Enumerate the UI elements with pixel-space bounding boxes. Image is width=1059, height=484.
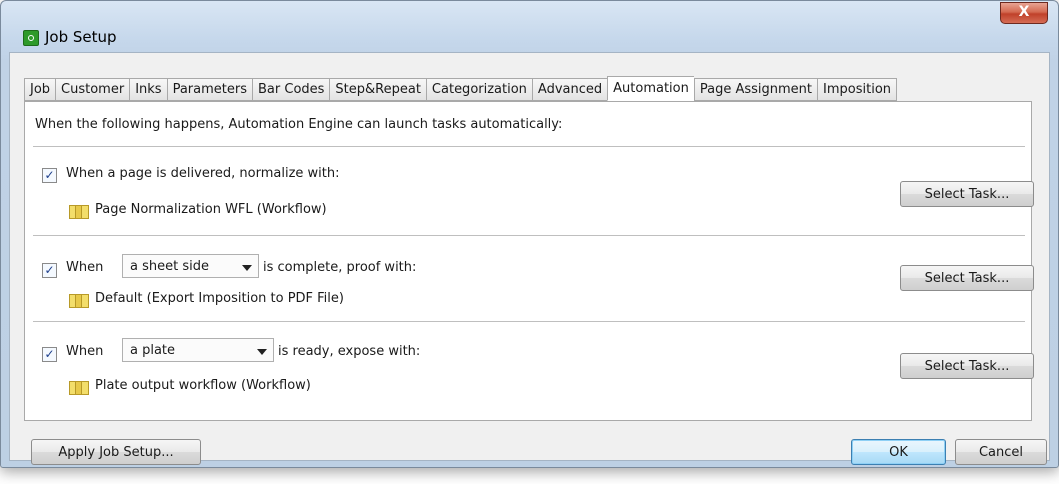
plate-dropdown-value: a plate [130,343,176,358]
tab-imposition[interactable]: Imposition [817,78,898,101]
page-delivered-label: When a page is delivered, normalize with… [66,166,340,181]
sheet-side-dropdown[interactable]: a sheet side [122,254,259,278]
tab-step-repeat[interactable]: Step&Repeat [329,78,426,101]
apply-job-setup-button[interactable]: Apply Job Setup... [31,439,201,465]
app-icon [23,30,39,46]
divider [33,146,1025,147]
plate-prefix: When [66,344,104,359]
plate-suffix: is ready, expose with: [278,344,421,359]
divider [33,321,1025,322]
plate-checkbox[interactable]: ✓ [42,347,57,362]
plate-dropdown[interactable]: a plate [122,338,274,362]
page-delivered-checkbox[interactable]: ✓ [42,168,57,183]
workflow-ticket-icon [69,294,89,308]
select-expose-task-button[interactable]: Select Task... [900,353,1034,379]
tab-categorization[interactable]: Categorization [425,78,532,101]
automation-panel: When the following happens, Automation E… [24,101,1034,421]
tab-job[interactable]: Job [24,78,56,101]
title-bar[interactable]: Job Setup X [1,1,1058,47]
select-proof-task-button[interactable]: Select Task... [900,265,1034,291]
workflow-ticket-icon [69,205,89,219]
expose-task-name: Plate output workflow (Workflow) [95,378,311,393]
tab-page-assignment[interactable]: Page Assignment [693,78,818,101]
tab-automation[interactable]: Automation [607,76,694,101]
proof-task-name: Default (Export Imposition to PDF File) [95,291,344,306]
divider [33,235,1025,236]
sheet-side-dropdown-value: a sheet side [130,259,209,274]
window-title: Job Setup [45,28,117,46]
chevron-down-icon [242,265,252,271]
intro-text: When the following happens, Automation E… [35,117,563,132]
close-button[interactable]: X [1000,2,1048,24]
tab-customer[interactable]: Customer [55,78,130,101]
select-normalize-task-button[interactable]: Select Task... [900,181,1034,207]
cancel-button[interactable]: Cancel [955,439,1047,465]
ok-button[interactable]: OK [851,439,946,465]
sheet-side-suffix: is complete, proof with: [263,260,417,275]
workflow-ticket-icon [69,381,89,395]
tab-parameters[interactable]: Parameters [166,78,252,101]
tab-bar: Job Customer Inks Parameters Bar Codes S… [24,76,898,101]
sheet-side-prefix: When [66,260,104,275]
tab-advanced[interactable]: Advanced [531,78,608,101]
tab-bar-codes[interactable]: Bar Codes [252,78,330,101]
chevron-down-icon [257,349,267,355]
sheet-side-checkbox[interactable]: ✓ [42,263,57,278]
normalize-task-name: Page Normalization WFL (Workflow) [95,202,327,217]
tab-inks[interactable]: Inks [129,78,167,101]
